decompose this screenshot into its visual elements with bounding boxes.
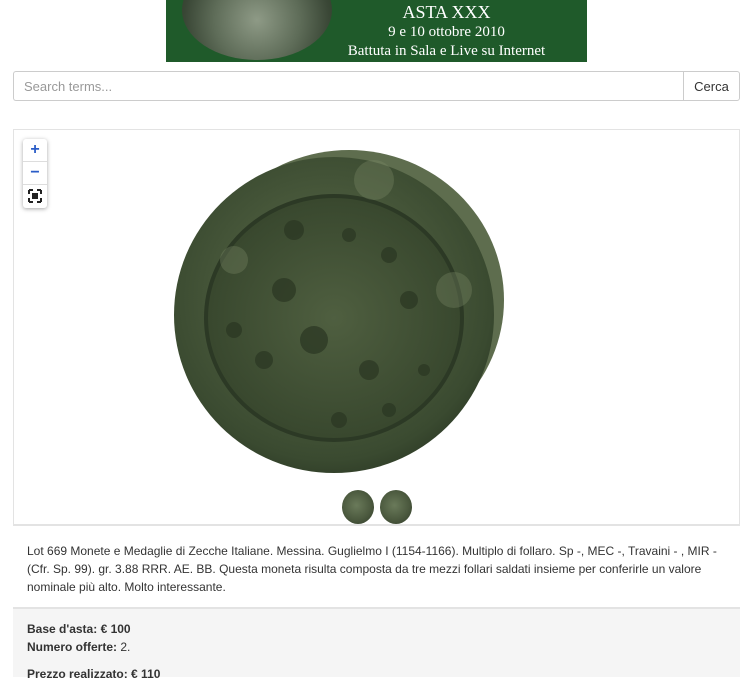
realized-price-row: Prezzo realizzato: € 110 — [27, 665, 726, 683]
search-input[interactable] — [13, 71, 683, 101]
auction-info: Base d'asta: € 100 Numero offerte: 2. Pr… — [13, 608, 740, 681]
offers-value: 2. — [120, 640, 131, 654]
price-value: € 110 — [131, 667, 161, 681]
image-viewer[interactable]: + − — [13, 129, 740, 525]
base-price-row: Base d'asta: € 100 — [27, 620, 726, 638]
offers-row: Numero offerte: 2. — [27, 638, 726, 656]
thumbnail-obverse[interactable] — [342, 490, 374, 524]
banner-title: ASTA XXX — [402, 2, 491, 22]
base-value: € 100 — [100, 622, 131, 636]
thumbnail-strip — [342, 490, 412, 524]
zoom-out-button[interactable]: − — [23, 162, 47, 185]
thumbnail-reverse[interactable] — [380, 490, 412, 524]
search-bar: Cerca — [13, 71, 740, 101]
lot-description: Lot 669 Monete e Medaglie di Zecche Ital… — [13, 525, 740, 608]
fullscreen-button[interactable] — [23, 185, 47, 208]
banner-dates: 9 e 10 ottobre 2010 — [388, 24, 505, 40]
banner-subtitle: Battuta in Sala e Live su Internet — [347, 43, 546, 59]
zoom-in-button[interactable]: + — [23, 139, 47, 162]
banner-text: ASTA XXX 9 e 10 ottobre 2010 Battuta in … — [306, 0, 587, 61]
zoom-controls: + − — [23, 139, 47, 208]
fullscreen-icon — [28, 189, 42, 203]
coin-image — [174, 150, 504, 473]
offers-label: Numero offerte: — [27, 640, 118, 654]
price-label: Prezzo realizzato: — [27, 667, 128, 681]
search-button[interactable]: Cerca — [683, 71, 740, 101]
auction-banner[interactable]: ASTA XXX 9 e 10 ottobre 2010 Battuta in … — [166, 0, 587, 62]
base-label: Base d'asta: — [27, 622, 98, 636]
